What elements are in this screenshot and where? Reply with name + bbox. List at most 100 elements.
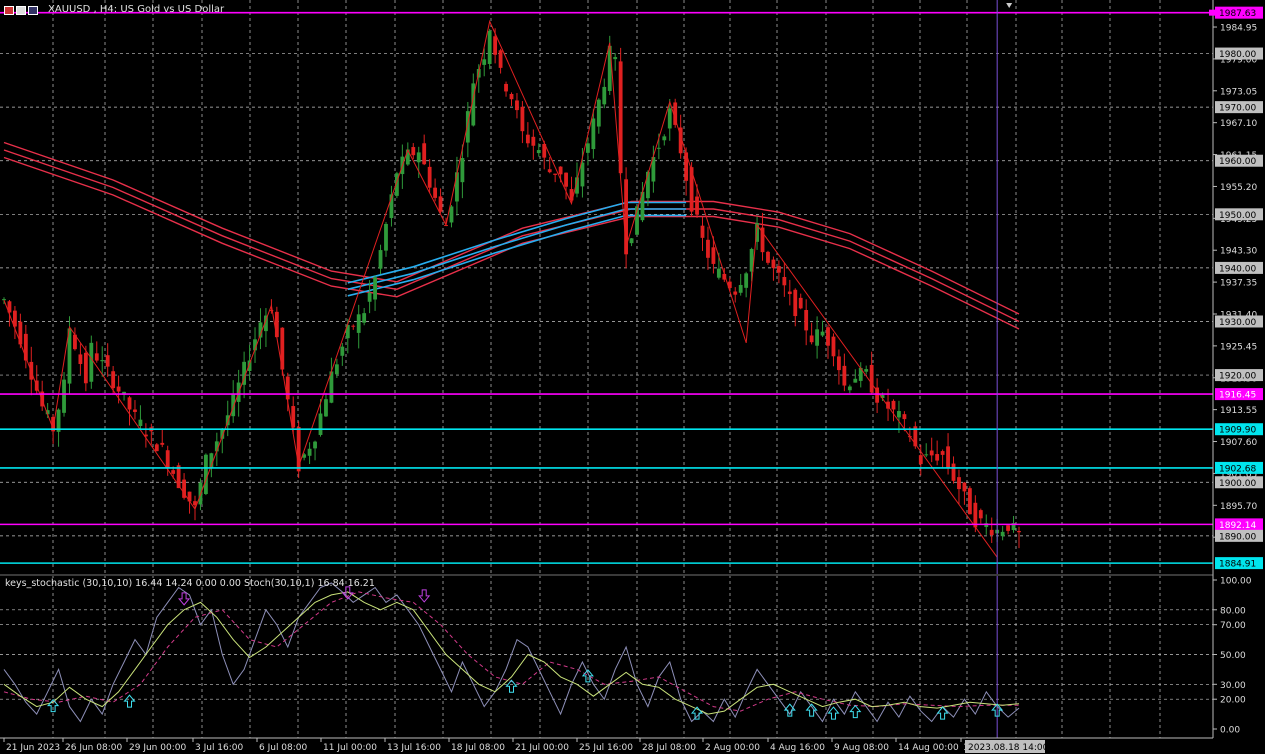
candle-body [613,57,618,60]
price-tick-label: 1943.30 [1220,247,1257,257]
candle-body [826,327,830,346]
candle-body [127,397,132,410]
candle-body [706,239,710,258]
trading-chart[interactable]: 1984.951979.001973.051967.101961.151955.… [0,0,1265,754]
level-handle-icon[interactable] [1209,9,1215,16]
osc-tick-label: 80.00 [1220,606,1246,616]
candle-body [493,36,498,55]
candle-body [787,291,792,295]
candle-body [520,106,525,132]
candle-body [525,134,530,144]
candle-body [782,277,787,286]
price-tick-label: 1984.95 [1220,24,1257,34]
candle-body [629,238,634,244]
candle-body [596,99,601,127]
time-tick-label: 3 Jul 16:00 [195,743,244,753]
candle-body [716,268,721,278]
cursor-time-label: 2023.08.18 14:00 [968,743,1049,753]
candle-body [967,488,972,515]
candle-body [411,147,416,156]
chart-canvas[interactable]: 1984.951979.001973.051967.101961.151955.… [0,0,1265,754]
price-level-tag-label: 1930.00 [1219,318,1256,328]
candle-body [160,442,165,445]
time-tick-label: 25 Jul 16:00 [579,743,633,753]
candle-body [62,379,66,413]
candle-body [771,259,776,269]
candle-body [853,378,858,383]
candle-body [231,394,236,417]
candle-body [738,284,743,293]
chart-background [0,0,1265,754]
osc-tick-label: 70.00 [1220,621,1246,631]
candle [176,462,181,489]
time-tick-label: 9 Aug 08:00 [834,743,889,753]
candle-body [869,364,874,393]
price-tick-label: 1973.05 [1220,87,1257,97]
time-tick-label: 21 Jul 00:00 [515,743,569,753]
price-level-tag-label: 1980.00 [1219,50,1256,60]
price-level-tag-label: 1909.90 [1219,426,1256,436]
candle-body [504,83,508,92]
candle-body [842,365,847,386]
candle-body [580,162,585,187]
candle-body [564,172,568,187]
candle-body [154,444,159,452]
candle-body [165,450,170,469]
candle-body [935,454,940,461]
osc-tick-label: 50.00 [1220,651,1246,661]
time-tick-label: 26 Jun 08:00 [65,743,122,753]
candle-body [105,355,110,367]
price-level-tag-label: 1884.91 [1219,560,1256,570]
time-tick-label: 21 Jun 2023 [6,743,60,753]
candle [89,335,94,389]
candle [967,486,972,515]
candle-body [89,342,94,382]
candle-body [804,310,809,331]
candle-body [978,510,983,519]
candle-body [482,59,487,65]
candle-body [553,173,558,175]
candle-body [138,419,143,426]
candle-body [116,386,121,392]
candle [203,453,208,496]
candle-body [509,94,514,100]
candle-body [847,386,852,391]
candle-body [422,143,427,165]
candle-body [378,250,383,269]
candle-body [591,118,596,150]
candle-body [83,352,88,384]
pane-separator[interactable] [0,574,1265,576]
price-level-tag-label: 1916.45 [1219,391,1256,401]
candle-body [531,136,536,146]
candle-body [951,463,956,481]
time-tick-label: 13 Jul 16:00 [387,743,441,753]
candle-body [798,297,803,309]
candle-body [957,477,961,490]
candle-body [438,196,443,212]
time-tick-label: 29 Jun 00:00 [129,743,186,753]
candle-body [455,172,459,202]
candle-body [585,143,590,153]
candle-body [602,86,607,105]
price-level-tag-label: 1902.68 [1219,464,1256,474]
candle [766,250,770,265]
price-tick-label: 1955.20 [1220,183,1257,193]
candle-body [225,415,230,426]
candle-body [766,251,770,263]
candle-body [498,50,503,68]
candle-body [536,150,541,154]
candle-body [247,360,252,372]
candle-body [274,311,279,338]
candle-body [667,108,672,129]
price-level-tag-label: 1900.00 [1219,479,1256,489]
candle-body [384,223,388,251]
price-level-tag-label: 1920.00 [1219,372,1256,382]
chart-header-icons [4,6,38,15]
candle-body [1017,531,1021,533]
candle-body [656,147,661,149]
candle-body [815,329,820,346]
candle-body [318,413,323,435]
price-level-tag-label: 1950.00 [1219,211,1256,221]
candle-body [367,292,372,302]
candle-body [460,158,465,183]
